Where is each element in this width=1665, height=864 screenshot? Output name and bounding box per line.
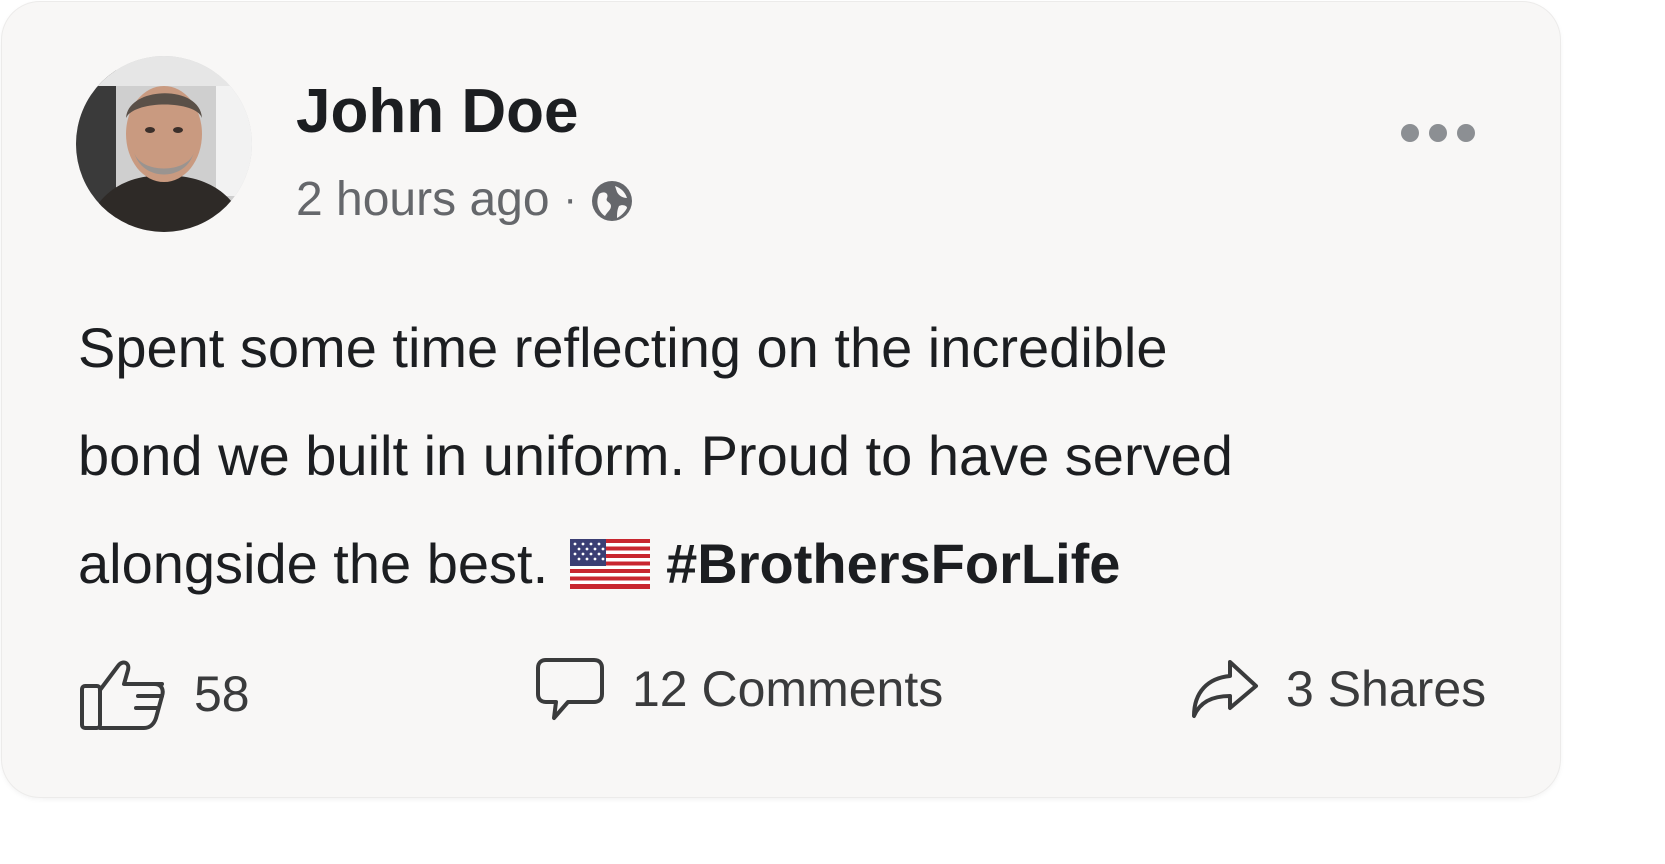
post-card: John Doe 2 hours ago · Spent some time r… xyxy=(2,2,1560,797)
meta-separator: · xyxy=(563,177,577,221)
post-text-line: Spent some time reflecting on the incred… xyxy=(78,316,1168,379)
more-options-button[interactable] xyxy=(1390,110,1486,156)
post-timestamp[interactable]: 2 hours ago xyxy=(296,172,550,227)
avatar-photo xyxy=(76,56,252,232)
post-meta: 2 hours ago · xyxy=(296,172,633,227)
hashtag-link[interactable]: #BrothersForLife xyxy=(666,532,1120,595)
comment-bubble-icon xyxy=(534,656,606,722)
thumbs-up-icon xyxy=(78,656,168,732)
post-content: Spent some time reflecting on the incred… xyxy=(78,294,1478,618)
us-flag-emoji xyxy=(570,516,651,589)
author-name[interactable]: John Doe xyxy=(296,77,578,146)
share-arrow-icon xyxy=(1190,656,1260,722)
comment-button[interactable]: 12 Comments xyxy=(534,656,943,722)
like-count: 58 xyxy=(194,666,250,722)
share-button[interactable]: 3 Shares xyxy=(1190,656,1486,722)
post-text-line: alongside the best. xyxy=(78,532,549,595)
more-options-dot xyxy=(1457,124,1475,142)
post-text-line-last: alongside the best. #BrothersForLife xyxy=(78,510,1478,618)
post-text-line: bond we built in uniform. Proud to have … xyxy=(78,424,1233,487)
comment-count: 12 Comments xyxy=(632,661,944,717)
like-button[interactable]: 58 xyxy=(78,656,250,732)
avatar[interactable] xyxy=(76,56,252,232)
more-options-dot xyxy=(1429,124,1447,142)
globe-icon[interactable] xyxy=(591,179,633,221)
more-options-icon xyxy=(1401,124,1419,142)
share-count: 3 Shares xyxy=(1286,661,1487,717)
